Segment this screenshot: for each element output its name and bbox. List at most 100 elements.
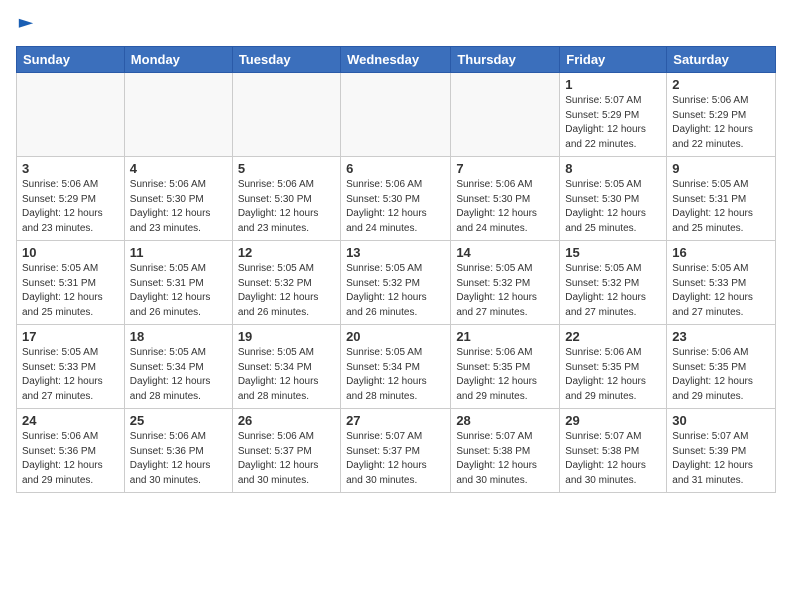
calendar-day-cell: 2 Sunrise: 5:06 AM Sunset: 5:29 PM Daylig…	[667, 73, 776, 157]
calendar-day-cell: 17 Sunrise: 5:05 AM Sunset: 5:33 PM Dayli…	[17, 325, 125, 409]
calendar-day-cell: 30 Sunrise: 5:07 AM Sunset: 5:39 PM Dayli…	[667, 409, 776, 493]
day-info: Sunrise: 5:07 AM Sunset: 5:29 PM Dayligh…	[565, 94, 661, 152]
calendar-day-cell: 11 Sunrise: 5:05 AM Sunset: 5:31 PM Dayli…	[124, 241, 232, 325]
day-number: 1	[565, 77, 661, 92]
day-number: 25	[130, 413, 227, 428]
calendar-day-cell: 28 Sunrise: 5:07 AM Sunset: 5:38 PM Dayli…	[451, 409, 560, 493]
day-number: 30	[672, 413, 770, 428]
day-number: 21	[456, 329, 554, 344]
day-info: Sunrise: 5:05 AM Sunset: 5:34 PM Dayligh…	[346, 346, 445, 404]
day-number: 17	[22, 329, 119, 344]
calendar-day-cell: 10 Sunrise: 5:05 AM Sunset: 5:31 PM Dayli…	[17, 241, 125, 325]
day-info: Sunrise: 5:05 AM Sunset: 5:32 PM Dayligh…	[456, 262, 554, 320]
calendar-day-cell: 9 Sunrise: 5:05 AM Sunset: 5:31 PM Daylig…	[667, 157, 776, 241]
day-number: 22	[565, 329, 661, 344]
calendar-header-row: SundayMondayTuesdayWednesdayThursdayFrid…	[17, 47, 776, 73]
calendar-day-cell: 8 Sunrise: 5:05 AM Sunset: 5:30 PM Daylig…	[560, 157, 667, 241]
calendar-day-cell: 23 Sunrise: 5:06 AM Sunset: 5:35 PM Dayli…	[667, 325, 776, 409]
day-number: 19	[238, 329, 335, 344]
day-info: Sunrise: 5:06 AM Sunset: 5:35 PM Dayligh…	[672, 346, 770, 404]
page-header	[16, 16, 776, 34]
calendar-day-cell: 26 Sunrise: 5:06 AM Sunset: 5:37 PM Dayli…	[232, 409, 340, 493]
calendar-week-row: 1 Sunrise: 5:07 AM Sunset: 5:29 PM Daylig…	[17, 73, 776, 157]
day-info: Sunrise: 5:06 AM Sunset: 5:30 PM Dayligh…	[456, 178, 554, 236]
day-info: Sunrise: 5:05 AM Sunset: 5:31 PM Dayligh…	[22, 262, 119, 320]
calendar-day-cell: 19 Sunrise: 5:05 AM Sunset: 5:34 PM Dayli…	[232, 325, 340, 409]
calendar-header-saturday: Saturday	[667, 47, 776, 73]
calendar-day-cell: 13Sunrise: 5:05 AM Sunset: 5:32 PM Dayli…	[341, 241, 451, 325]
day-number: 9	[672, 161, 770, 176]
calendar-day-cell: 6 Sunrise: 5:06 AM Sunset: 5:30 PM Daylig…	[341, 157, 451, 241]
day-number: 5	[238, 161, 335, 176]
calendar-day-cell: 7 Sunrise: 5:06 AM Sunset: 5:30 PM Daylig…	[451, 157, 560, 241]
day-info: Sunrise: 5:06 AM Sunset: 5:30 PM Dayligh…	[130, 178, 227, 236]
logo-flag-icon	[17, 16, 35, 34]
day-number: 4	[130, 161, 227, 176]
calendar-day-cell: 3Sunrise: 5:06 AM Sunset: 5:29 PM Daylig…	[17, 157, 125, 241]
calendar-day-cell	[124, 73, 232, 157]
day-number: 16	[672, 245, 770, 260]
day-info: Sunrise: 5:05 AM Sunset: 5:31 PM Dayligh…	[130, 262, 227, 320]
day-info: Sunrise: 5:06 AM Sunset: 5:35 PM Dayligh…	[456, 346, 554, 404]
day-info: Sunrise: 5:05 AM Sunset: 5:32 PM Dayligh…	[346, 262, 445, 320]
calendar-day-cell: 15Sunrise: 5:05 AM Sunset: 5:32 PM Dayli…	[560, 241, 667, 325]
day-number: 29	[565, 413, 661, 428]
day-info: Sunrise: 5:05 AM Sunset: 5:33 PM Dayligh…	[672, 262, 770, 320]
day-info: Sunrise: 5:05 AM Sunset: 5:34 PM Dayligh…	[238, 346, 335, 404]
day-info: Sunrise: 5:05 AM Sunset: 5:33 PM Dayligh…	[22, 346, 119, 404]
day-number: 27	[346, 413, 445, 428]
calendar-header-wednesday: Wednesday	[341, 47, 451, 73]
calendar-day-cell: 5Sunrise: 5:06 AM Sunset: 5:30 PM Daylig…	[232, 157, 340, 241]
calendar-day-cell: 20 Sunrise: 5:05 AM Sunset: 5:34 PM Dayli…	[341, 325, 451, 409]
day-info: Sunrise: 5:07 AM Sunset: 5:37 PM Dayligh…	[346, 430, 445, 488]
calendar-week-row: 24Sunrise: 5:06 AM Sunset: 5:36 PM Dayli…	[17, 409, 776, 493]
day-number: 12	[238, 245, 335, 260]
calendar-table: SundayMondayTuesdayWednesdayThursdayFrid…	[16, 46, 776, 493]
day-info: Sunrise: 5:05 AM Sunset: 5:34 PM Dayligh…	[130, 346, 227, 404]
calendar-day-cell: 21 Sunrise: 5:06 AM Sunset: 5:35 PM Dayli…	[451, 325, 560, 409]
calendar-day-cell: 14 Sunrise: 5:05 AM Sunset: 5:32 PM Dayli…	[451, 241, 560, 325]
day-number: 14	[456, 245, 554, 260]
calendar-day-cell	[232, 73, 340, 157]
logo	[16, 16, 35, 34]
day-info: Sunrise: 5:05 AM Sunset: 5:30 PM Dayligh…	[565, 178, 661, 236]
calendar-day-cell: 16 Sunrise: 5:05 AM Sunset: 5:33 PM Dayli…	[667, 241, 776, 325]
calendar-day-cell: 18 Sunrise: 5:05 AM Sunset: 5:34 PM Dayli…	[124, 325, 232, 409]
day-number: 2	[672, 77, 770, 92]
calendar-header-friday: Friday	[560, 47, 667, 73]
calendar-day-cell: 22Sunrise: 5:06 AM Sunset: 5:35 PM Dayli…	[560, 325, 667, 409]
calendar-day-cell	[341, 73, 451, 157]
calendar-header-sunday: Sunday	[17, 47, 125, 73]
day-number: 20	[346, 329, 445, 344]
day-number: 7	[456, 161, 554, 176]
day-info: Sunrise: 5:05 AM Sunset: 5:31 PM Dayligh…	[672, 178, 770, 236]
calendar-day-cell: 25 Sunrise: 5:06 AM Sunset: 5:36 PM Dayli…	[124, 409, 232, 493]
calendar-header-thursday: Thursday	[451, 47, 560, 73]
day-number: 18	[130, 329, 227, 344]
day-number: 8	[565, 161, 661, 176]
day-info: Sunrise: 5:05 AM Sunset: 5:32 PM Dayligh…	[565, 262, 661, 320]
day-number: 10	[22, 245, 119, 260]
day-info: Sunrise: 5:06 AM Sunset: 5:37 PM Dayligh…	[238, 430, 335, 488]
calendar-day-cell	[17, 73, 125, 157]
calendar-header-tuesday: Tuesday	[232, 47, 340, 73]
day-number: 26	[238, 413, 335, 428]
day-info: Sunrise: 5:05 AM Sunset: 5:32 PM Dayligh…	[238, 262, 335, 320]
day-info: Sunrise: 5:06 AM Sunset: 5:36 PM Dayligh…	[130, 430, 227, 488]
day-info: Sunrise: 5:06 AM Sunset: 5:29 PM Dayligh…	[672, 94, 770, 152]
calendar-header-monday: Monday	[124, 47, 232, 73]
day-number: 23	[672, 329, 770, 344]
day-info: Sunrise: 5:06 AM Sunset: 5:36 PM Dayligh…	[22, 430, 119, 488]
day-number: 28	[456, 413, 554, 428]
calendar-day-cell: 12 Sunrise: 5:05 AM Sunset: 5:32 PM Dayli…	[232, 241, 340, 325]
day-info: Sunrise: 5:07 AM Sunset: 5:38 PM Dayligh…	[456, 430, 554, 488]
day-info: Sunrise: 5:06 AM Sunset: 5:30 PM Dayligh…	[346, 178, 445, 236]
calendar-week-row: 17 Sunrise: 5:05 AM Sunset: 5:33 PM Dayli…	[17, 325, 776, 409]
day-number: 6	[346, 161, 445, 176]
calendar-day-cell: 4 Sunrise: 5:06 AM Sunset: 5:30 PM Daylig…	[124, 157, 232, 241]
day-number: 11	[130, 245, 227, 260]
day-info: Sunrise: 5:07 AM Sunset: 5:38 PM Dayligh…	[565, 430, 661, 488]
day-info: Sunrise: 5:07 AM Sunset: 5:39 PM Dayligh…	[672, 430, 770, 488]
calendar-week-row: 3Sunrise: 5:06 AM Sunset: 5:29 PM Daylig…	[17, 157, 776, 241]
calendar-day-cell	[451, 73, 560, 157]
